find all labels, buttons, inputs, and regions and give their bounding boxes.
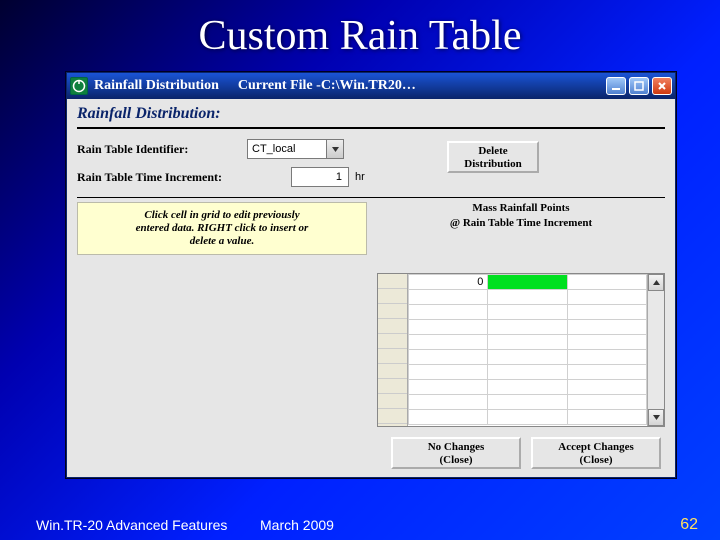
divider <box>77 127 665 129</box>
tip-line1: Click cell in grid to edit previously <box>88 209 356 222</box>
chevron-down-icon[interactable] <box>326 140 343 158</box>
identifier-row: Rain Table Identifier: CT_local <box>67 135 675 163</box>
close-button[interactable] <box>652 77 672 95</box>
delete-distribution-button[interactable]: Delete Distribution <box>447 141 539 173</box>
identifier-combo[interactable]: CT_local <box>247 139 344 159</box>
rainfall-grid[interactable]: 0 <box>377 273 665 427</box>
lower-pane: Click cell in grid to edit previously en… <box>67 202 675 255</box>
increment-row: Rain Table Time Increment: 1 hr <box>67 163 675 191</box>
slide-title: Custom Rain Table <box>0 0 720 68</box>
increment-input[interactable]: 1 <box>291 167 349 187</box>
scroll-down-icon[interactable] <box>648 409 664 426</box>
title-separator <box>219 78 238 94</box>
grid-cell[interactable]: 0 <box>409 275 488 290</box>
table-row <box>409 320 647 335</box>
accept-l1: Accept Changes <box>533 441 659 454</box>
table-row: 0 <box>409 275 647 290</box>
grid-cell-active[interactable] <box>488 275 567 290</box>
table-row <box>409 380 647 395</box>
mass-header-l1: Mass Rainfall Points <box>377 202 665 217</box>
mass-header-l2: @ Rain Table Time Increment <box>377 217 665 232</box>
window-controls <box>606 77 675 95</box>
table-row <box>409 395 647 410</box>
accept-changes-button[interactable]: Accept Changes (Close) <box>531 437 661 469</box>
page-number: 62 <box>420 516 720 534</box>
no-changes-l2: (Close) <box>393 454 519 467</box>
table-row <box>409 305 647 320</box>
tip-line2: entered data. RIGHT click to insert or <box>88 222 356 235</box>
grid-row-headers <box>378 274 408 426</box>
window-title: Rainfall Distribution <box>94 78 219 94</box>
app-icon <box>70 77 88 95</box>
minimize-button[interactable] <box>606 77 626 95</box>
rainfall-distribution-window: Rainfall Distribution Current File - C:\… <box>66 72 676 478</box>
increment-unit: hr <box>349 171 365 183</box>
no-changes-button[interactable]: No Changes (Close) <box>391 437 521 469</box>
accept-l2: (Close) <box>533 454 659 467</box>
divider <box>77 197 665 198</box>
bottom-button-row: No Changes (Close) Accept Changes (Close… <box>67 437 675 469</box>
table-row <box>409 290 647 305</box>
table-row <box>409 350 647 365</box>
delete-button-l1: Delete <box>449 145 537 158</box>
identifier-label: Rain Table Identifier: <box>77 142 247 157</box>
grid-cell[interactable] <box>567 275 646 290</box>
footer-left: Win.TR-20 Advanced Features <box>0 517 260 533</box>
tip-line3: delete a value. <box>88 235 356 248</box>
table-row <box>409 410 647 425</box>
increment-label: Rain Table Time Increment: <box>77 170 247 185</box>
grid-cells[interactable]: 0 <box>408 274 647 426</box>
footer-date: March 2009 <box>260 517 420 533</box>
grid-vertical-scrollbar[interactable] <box>647 274 664 426</box>
current-file-path: C:\Win.TR20… <box>321 78 416 94</box>
slide-footer: Win.TR-20 Advanced Features March 2009 6… <box>0 516 720 534</box>
section-header: Rainfall Distribution: <box>67 99 675 125</box>
titlebar: Rainfall Distribution Current File - C:\… <box>67 73 675 99</box>
current-file-label: Current File - <box>238 78 321 94</box>
table-row <box>409 365 647 380</box>
identifier-value: CT_local <box>248 143 326 155</box>
maximize-button[interactable] <box>629 77 649 95</box>
scroll-up-icon[interactable] <box>648 274 664 291</box>
no-changes-l1: No Changes <box>393 441 519 454</box>
delete-button-l2: Distribution <box>449 158 537 171</box>
table-row <box>409 335 647 350</box>
grid-tip: Click cell in grid to edit previously en… <box>77 202 367 255</box>
window-body: Rainfall Distribution: Rain Table Identi… <box>67 99 675 477</box>
